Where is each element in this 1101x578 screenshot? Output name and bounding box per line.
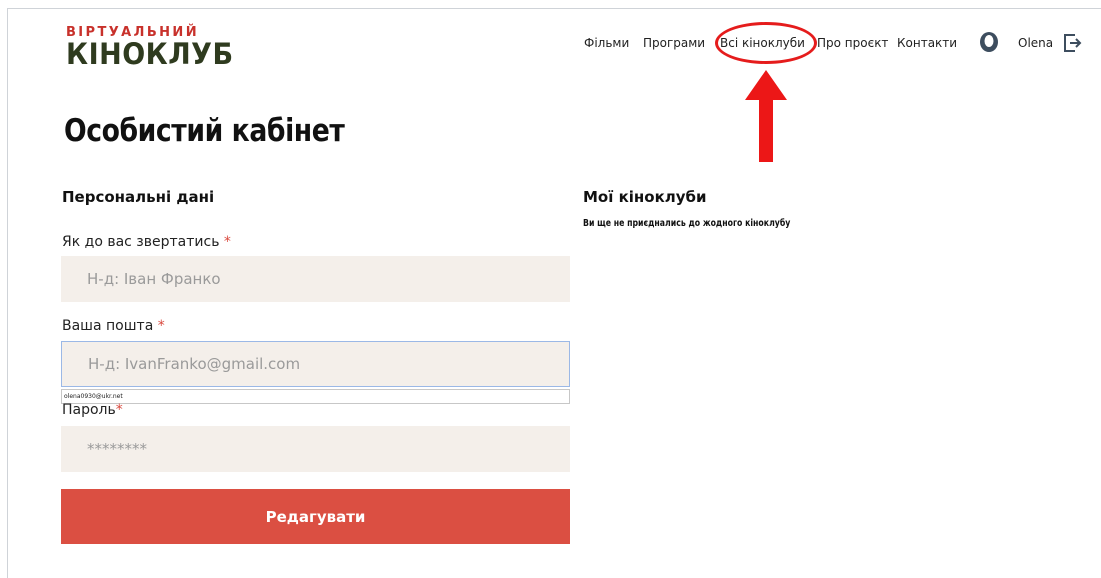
- logout-icon[interactable]: [1062, 32, 1082, 54]
- password-label-text: Пароль: [62, 402, 116, 418]
- nav-item-programs[interactable]: Програми: [643, 36, 705, 50]
- nav-item-about[interactable]: Про проєкт: [817, 36, 888, 50]
- my-clubs-title: Мої кіноклуби: [583, 188, 707, 206]
- edit-button[interactable]: Редагувати: [61, 489, 570, 544]
- name-field-label: Як до вас звертатись *: [62, 234, 231, 250]
- user-name[interactable]: Olena: [1018, 36, 1053, 50]
- clubs-empty-message: Ви ще не приєднались до жодного кіноклуб…: [583, 218, 791, 229]
- personal-data-title: Персональні дані: [62, 188, 215, 206]
- site-logo[interactable]: ВІРТУАЛЬНИЙ КІНОКЛУБ: [66, 26, 234, 72]
- name-input[interactable]: [61, 256, 570, 302]
- name-label-text: Як до вас звертатись: [62, 234, 220, 250]
- nav-item-films[interactable]: Фільми: [584, 36, 629, 50]
- page-title: Особистий кабінет: [64, 113, 345, 149]
- password-input[interactable]: [61, 426, 570, 472]
- logo-line-bottom: КІНОКЛУБ: [66, 37, 234, 72]
- email-field-label: Ваша пошта *: [62, 318, 165, 334]
- required-mark: *: [115, 402, 123, 418]
- required-mark: *: [157, 318, 165, 334]
- email-autocomplete-suggestion[interactable]: olena0930@ukr.net: [61, 389, 570, 404]
- required-mark: *: [223, 234, 231, 250]
- email-input[interactable]: [61, 341, 570, 387]
- password-field-label: Пароль*: [62, 402, 123, 418]
- nav-item-contacts[interactable]: Контакти: [897, 36, 957, 50]
- user-avatar-icon[interactable]: [979, 31, 999, 53]
- email-label-text: Ваша пошта: [62, 318, 154, 334]
- annotation-arrow-icon: [745, 70, 787, 162]
- annotation-highlight-ellipse: [715, 22, 817, 64]
